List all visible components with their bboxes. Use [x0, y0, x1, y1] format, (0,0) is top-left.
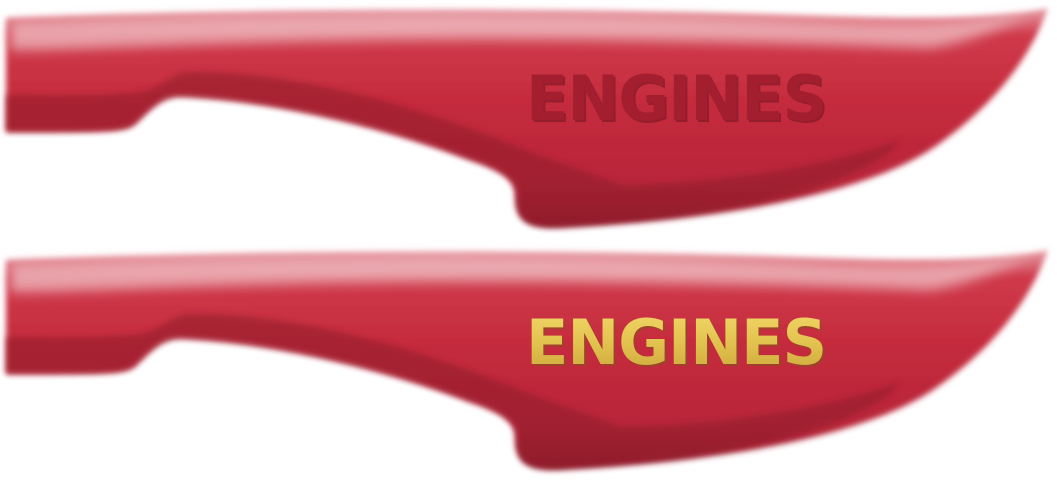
knife-handle-top: ENGINES ENGINES: [6, 8, 1048, 229]
gold-label: ENGINES: [526, 306, 826, 379]
knife-handle-bottom: ENGINES ENGINES: [6, 250, 1048, 471]
canvas: ENGINES ENGINES ENGINES ENGINES: [0, 0, 1057, 484]
engraved-label: ENGINES: [526, 62, 826, 135]
